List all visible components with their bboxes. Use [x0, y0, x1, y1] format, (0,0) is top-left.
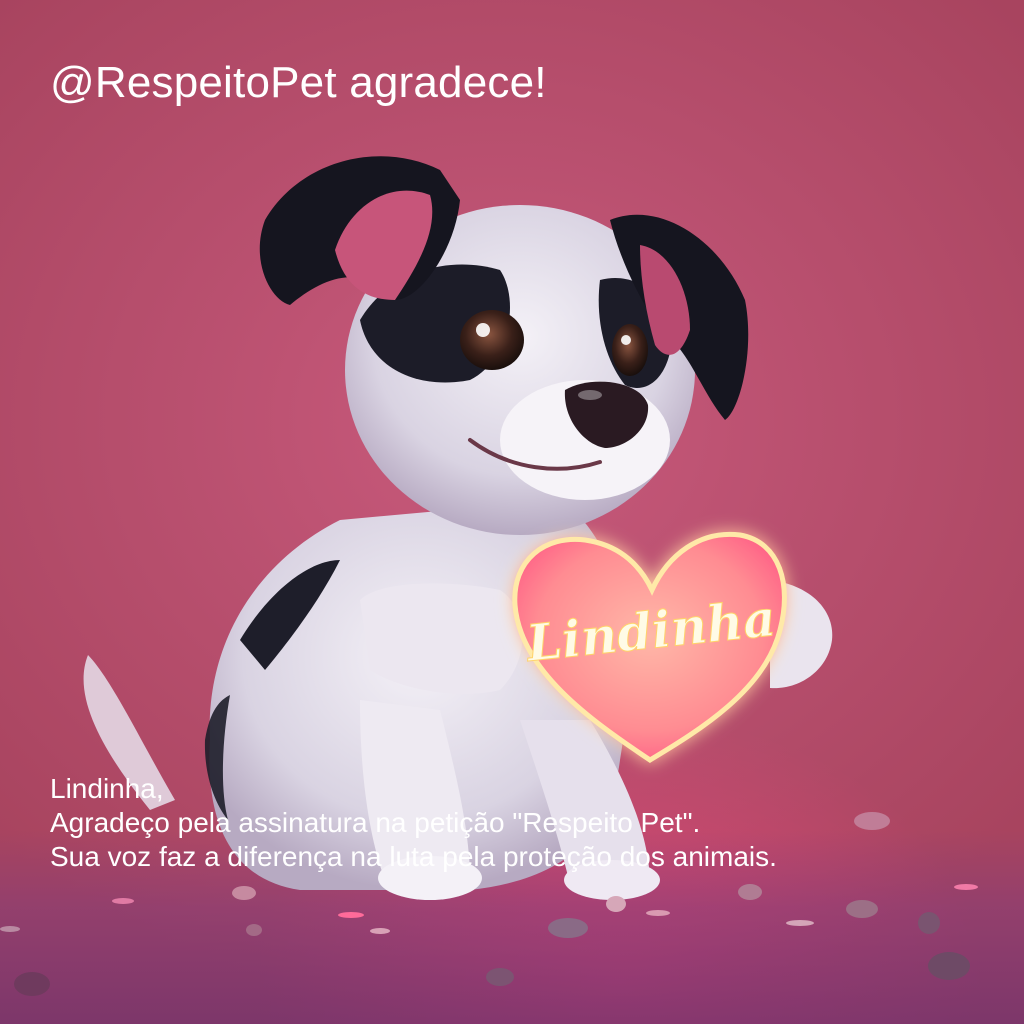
message-line-2: Sua voz faz a diferença na luta pela pro… [50, 841, 777, 872]
thank-you-message: Lindinha, Agradeço pela assinatura na pe… [50, 772, 777, 874]
arm-left [360, 583, 523, 694]
eye-left [460, 310, 524, 370]
eye-right-highlight [621, 335, 631, 345]
thank-you-card: @RespeitoPet agradece! Lindinha Lindinha… [0, 0, 1024, 1024]
message-greeting: Lindinha, [50, 773, 164, 804]
eye-right [612, 324, 648, 376]
eye-left-highlight [476, 323, 490, 337]
message-line-1: Agradeço pela assinatura na petição "Res… [50, 807, 701, 838]
nose-shine [578, 390, 602, 400]
